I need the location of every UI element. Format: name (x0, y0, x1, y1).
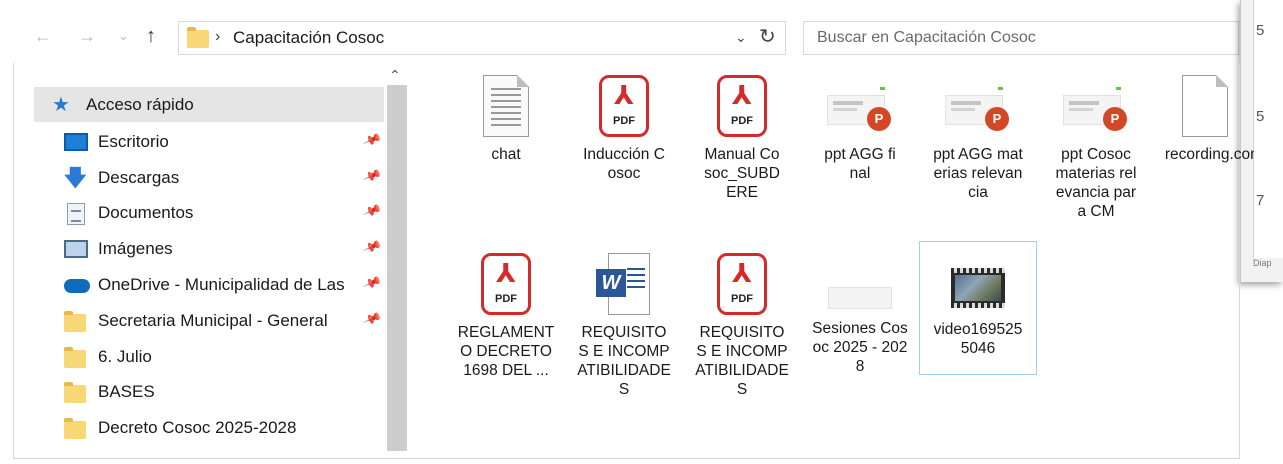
nav-item-label: Documentos (98, 202, 194, 222)
pdf-icon: ⅄ PDF (717, 75, 767, 137)
file-item[interactable]: recording.conf (1155, 63, 1254, 164)
nav-item-documents[interactable]: Documentos 📌 (34, 195, 384, 230)
refresh-button[interactable]: ↻ (759, 24, 776, 49)
pdf-icon: ⅄ PDF (717, 253, 767, 315)
folder-icon (64, 381, 88, 403)
powerpoint-icon: P (945, 87, 1011, 137)
file-name: Sesiones Cosoc 2025 - 2028 (812, 320, 908, 375)
pin-icon[interactable]: 📌 (362, 166, 382, 187)
folder-icon (187, 27, 209, 48)
pictures-icon (64, 239, 88, 258)
file-name: REQUISITOS E INCOMPATIBILIDADES (695, 324, 789, 398)
pdf-icon: ⅄ PDF (599, 75, 649, 137)
star-icon: ★ (52, 93, 70, 116)
file-item[interactable]: ⅄ PDF Manual Cosoc_SUBDERE (683, 63, 801, 202)
folder-icon (64, 310, 88, 332)
side-footer-text: Diap (1253, 258, 1272, 268)
nav-item-label: Imágenes (98, 238, 173, 258)
side-number: 5 (1256, 22, 1265, 39)
pdf-icon: ⅄ PDF (481, 253, 531, 315)
file-name: REQUISITOS E INCOMPATIBILIDADES (577, 324, 671, 398)
forward-button[interactable]: → (78, 24, 96, 48)
background-window-content: 5 5 7 (1253, 0, 1283, 258)
nav-item-label: Decreto Cosoc 2025-2028 (98, 417, 297, 437)
onedrive-icon (64, 275, 90, 295)
explorer-body: ★ Acceso rápido Escritorio 📌 🡇 Descargas… (13, 63, 1254, 459)
nav-item-secretaria-municipal[interactable]: Secretaria Municipal - General 📌 (34, 303, 384, 338)
scroll-thumb[interactable] (387, 85, 407, 451)
file-name: REGLAMENTO DECRETO 1698 DEL ... (457, 324, 555, 379)
file-list: chat ⅄ PDF Inducción Cosoc ⅄ PDF Manual … (427, 63, 1254, 455)
nav-item-desktop[interactable]: Escritorio 📌 (34, 124, 384, 159)
nav-item-label: Acceso rápido (86, 94, 194, 114)
breadcrumb-separator[interactable]: › (215, 28, 220, 46)
file-item[interactable]: P ppt Cosoc materias relevancia para CM (1037, 63, 1155, 221)
file-name: recording.conf (1164, 146, 1254, 163)
nav-item-6-julio[interactable]: 6. Julio (34, 339, 384, 374)
file-item[interactable]: W REQUISITOS E INCOMPATIBILIDADES (565, 241, 683, 399)
search-input[interactable]: Buscar en Capacitación Cosoc (803, 21, 1239, 55)
pin-icon[interactable]: 📌 (362, 130, 382, 151)
address-bar[interactable]: › Capacitación Cosoc ⌄ ↻ (178, 21, 786, 55)
documents-icon (64, 202, 88, 225)
nav-item-quick-access[interactable]: ★ Acceso rápido (34, 87, 384, 122)
spreadsheet-icon (828, 287, 892, 309)
nav-item-label: 6. Julio (98, 346, 152, 366)
file-item[interactable]: P ppt AGG final (801, 63, 919, 183)
powerpoint-icon: P (1063, 87, 1129, 137)
nav-item-downloads[interactable]: 🡇 Descargas 📌 (34, 160, 384, 195)
file-name: chat (491, 146, 521, 163)
file-item[interactable]: chat (447, 63, 565, 164)
scroll-up-button[interactable]: ⌃ (389, 67, 401, 84)
file-item-selected[interactable]: video1695255046 (919, 241, 1037, 375)
file-item[interactable]: P ppt AGG materias relevancia (919, 63, 1037, 202)
navigation-pane: ★ Acceso rápido Escritorio 📌 🡇 Descargas… (14, 63, 407, 455)
nav-item-label: BASES (98, 381, 155, 401)
powerpoint-icon: P (827, 87, 893, 137)
folder-icon (64, 346, 88, 368)
side-number: 7 (1256, 192, 1265, 209)
file-item[interactable]: ⅄ PDF REQUISITOS E INCOMPATIBILIDADES (683, 241, 801, 399)
nav-item-label: Descargas (98, 167, 180, 187)
blank-file-icon (1181, 75, 1228, 137)
file-name: ppt AGG final (824, 146, 896, 182)
nav-item-bases[interactable]: BASES (34, 374, 384, 409)
pin-icon[interactable]: 📌 (362, 237, 382, 258)
nav-item-label: Secretaria Municipal - General (98, 310, 328, 330)
folder-icon (64, 417, 88, 439)
nav-item-label: OneDrive - Municipalidad de Las (98, 274, 345, 294)
nav-item-pictures[interactable]: Imágenes 📌 (34, 231, 384, 266)
nav-scrollbar[interactable]: ⌃ (385, 63, 409, 455)
text-file-icon (483, 75, 529, 137)
address-toolbar: ← → ⌄ ↑ › Capacitación Cosoc ⌄ ↻ Buscar … (0, 18, 1240, 62)
file-item[interactable]: ⅄ PDF Inducción Cosoc (565, 63, 683, 183)
video-icon (951, 268, 1005, 308)
word-icon: W (596, 253, 652, 315)
file-name: video1695255046 (933, 321, 1023, 357)
file-name: Manual Cosoc_SUBDERE (704, 146, 780, 201)
pin-icon[interactable]: 📌 (362, 309, 382, 330)
nav-item-onedrive[interactable]: OneDrive - Municipalidad de Las 📌 (34, 267, 384, 302)
search-placeholder: Buscar en Capacitación Cosoc (817, 29, 1036, 46)
file-item[interactable]: Sesiones Cosoc 2025 - 2028 (801, 241, 919, 376)
file-name: ppt Cosoc materias relevancia para CM (1055, 146, 1137, 220)
desktop-icon (64, 132, 88, 151)
nav-item-decreto-cosoc[interactable]: Decreto Cosoc 2025-2028 (34, 410, 384, 445)
download-icon: 🡇 (64, 164, 87, 190)
nav-item-label: Escritorio (98, 131, 169, 151)
side-number: 5 (1256, 108, 1265, 125)
up-button[interactable]: ↑ (146, 24, 156, 48)
back-button[interactable]: ← (34, 24, 52, 48)
address-dropdown-button[interactable]: ⌄ (735, 29, 747, 46)
breadcrumb-current-folder[interactable]: Capacitación Cosoc (233, 28, 384, 48)
pin-icon[interactable]: 📌 (362, 201, 382, 222)
file-name: ppt AGG materias relevancia (933, 146, 1023, 201)
file-item[interactable]: ⅄ PDF REGLAMENTO DECRETO 1698 DEL ... (447, 241, 565, 380)
recent-locations-button[interactable]: ⌄ (118, 24, 129, 48)
file-name: Inducción Cosoc (583, 146, 665, 182)
